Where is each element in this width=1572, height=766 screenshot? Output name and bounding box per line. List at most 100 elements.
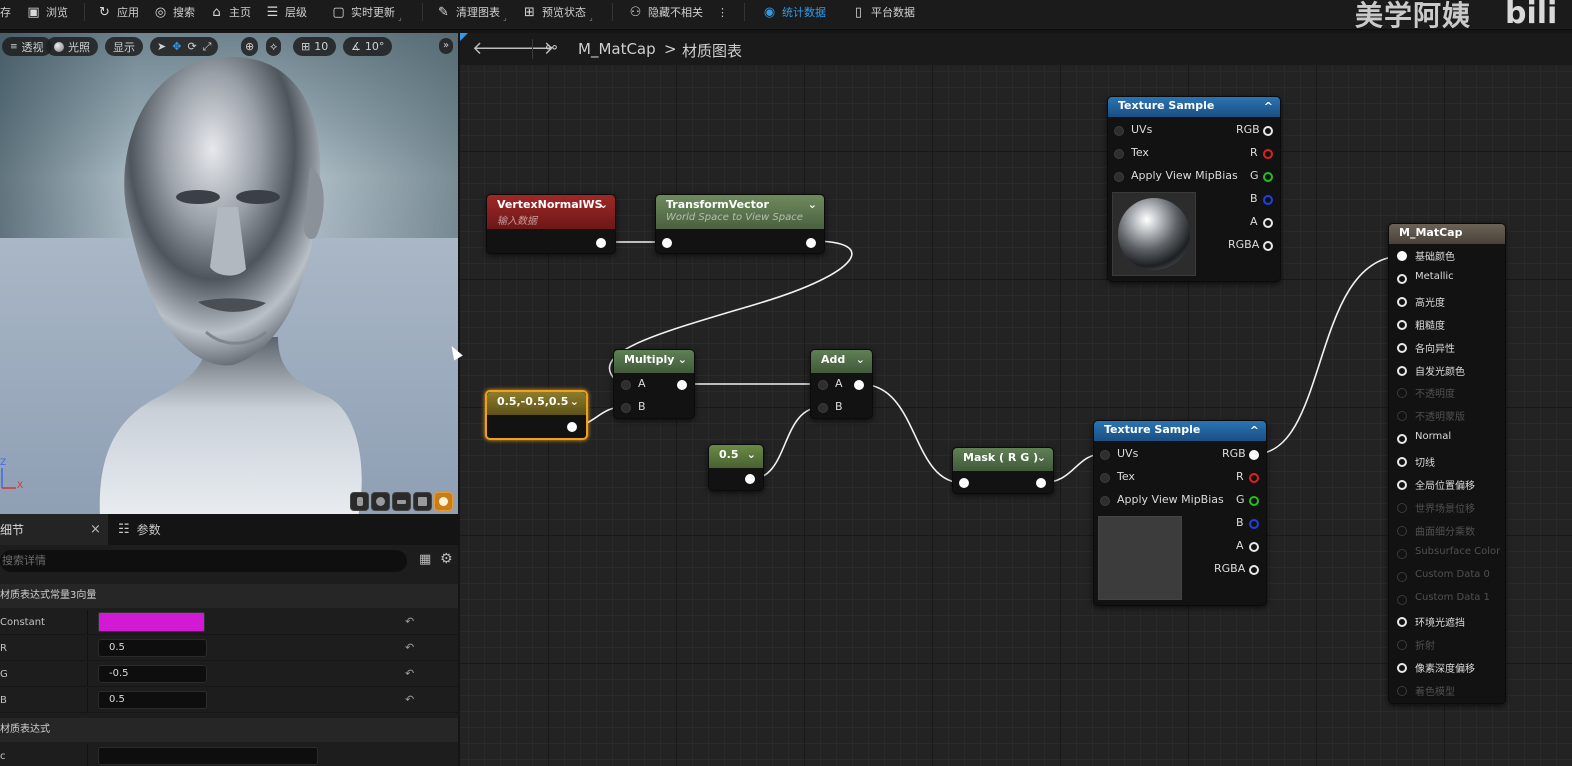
browse-button[interactable]: ▣ 浏览	[26, 0, 68, 24]
input-pin-mipbias[interactable]	[1100, 496, 1110, 506]
node-texture-sample-matcap[interactable]: Texture Sample ^ UVs Tex Apply View MipB…	[1107, 96, 1281, 282]
result-input-pin[interactable]	[1397, 251, 1407, 261]
select-tool-icon[interactable]: ➤	[157, 40, 166, 53]
reset-to-default-icon[interactable]: ↶	[405, 641, 414, 654]
result-input-pin[interactable]	[1397, 434, 1407, 445]
result-input-pin[interactable]	[1397, 342, 1407, 353]
reset-to-default-icon[interactable]: ↶	[405, 693, 414, 706]
lit-mode-button[interactable]: 光照	[46, 37, 98, 56]
input-pin-uvs[interactable]	[1114, 126, 1124, 136]
section-header-expression[interactable]: 材质表达式	[0, 718, 458, 742]
preview-viewport[interactable]: ≡ 透视 光照 显示 ➤ ✥ ⟳ ⤢ ⊕ ⟡ ⊞ 10 ∡ 10° » Z X	[0, 33, 458, 514]
output-pin-a[interactable]	[1263, 218, 1273, 228]
custom-mesh-preview-button[interactable]	[434, 492, 453, 511]
result-input-pin[interactable]	[1397, 480, 1407, 490]
table-view-icon[interactable]: ▦	[419, 552, 433, 567]
result-input-pin[interactable]	[1397, 457, 1407, 468]
node-add[interactable]: Add ⌄ A B	[810, 349, 873, 419]
desc-value-field[interactable]	[98, 747, 318, 765]
live-update-button[interactable]: ▢ 实时更新 ⌟	[331, 0, 401, 24]
node-transform-vector[interactable]: TransformVector World Space to View Spac…	[655, 194, 825, 254]
result-input-pin[interactable]	[1397, 296, 1407, 307]
output-pin-r[interactable]	[1249, 473, 1259, 483]
node-texture-sample[interactable]: Texture Sample ^ UVs Tex Apply View MipB…	[1093, 420, 1267, 606]
output-pin[interactable]	[806, 238, 816, 248]
chevron-down-icon[interactable]: ⌄	[1037, 451, 1046, 464]
output-pin[interactable]	[596, 238, 606, 248]
constant-color-swatch[interactable]	[98, 612, 205, 632]
plane-preview-button[interactable]	[392, 492, 411, 511]
output-pin-b[interactable]	[1249, 519, 1259, 529]
sphere-preview-button[interactable]	[371, 492, 390, 511]
result-input-pin[interactable]	[1397, 319, 1407, 330]
input-pin-a[interactable]	[621, 380, 631, 390]
hide-unrelated-button[interactable]: ⚇ 隐藏不相关	[628, 0, 703, 24]
chevron-down-icon[interactable]: ⌄	[808, 198, 817, 211]
chevron-down-icon[interactable]: ⌄	[856, 353, 865, 366]
save-button[interactable]: 存	[0, 0, 11, 24]
world-local-toggle[interactable]: ⊕	[241, 37, 259, 56]
output-pin[interactable]	[854, 380, 864, 390]
output-pin-rgb[interactable]	[1249, 450, 1259, 460]
show-button[interactable]: 显示	[105, 37, 143, 56]
node-multiply[interactable]: Multiply ⌄ A B	[613, 349, 695, 419]
chevron-down-icon[interactable]: ⌄	[570, 395, 579, 408]
clean-graph-button[interactable]: ✎ 清理图表 ⌟	[436, 0, 507, 24]
output-pin-g[interactable]	[1263, 172, 1273, 182]
output-pin-r[interactable]	[1263, 149, 1273, 159]
output-pin[interactable]	[745, 474, 755, 484]
output-pin-rgb[interactable]	[1263, 126, 1273, 136]
input-pin-a[interactable]	[818, 380, 828, 390]
close-icon[interactable]: ×	[90, 522, 101, 537]
platform-stats-button[interactable]: ▯ 平台数据	[851, 0, 915, 24]
b-value-field[interactable]: 0.5	[98, 691, 207, 709]
result-input-pin[interactable]	[1397, 663, 1407, 674]
cube-preview-button[interactable]	[413, 492, 432, 511]
surface-snap-toggle[interactable]: ⟡	[266, 37, 282, 56]
expand-toolbar-icon[interactable]: »	[439, 38, 453, 54]
output-pin-rgba[interactable]	[1263, 241, 1273, 251]
collapse-icon[interactable]: ^	[1264, 100, 1273, 113]
chevron-down-icon[interactable]: ⌄	[599, 198, 608, 211]
apply-button[interactable]: ↻ 应用	[97, 0, 139, 24]
collapse-icon[interactable]: ^	[1250, 424, 1259, 437]
reset-to-default-icon[interactable]: ↶	[405, 615, 414, 628]
perspective-button[interactable]: ≡ 透视	[2, 37, 52, 56]
tab-parameters[interactable]: ☷ 参数	[118, 514, 161, 545]
node-material-result[interactable]: M_MatCap 基础颜色 Metallic 高光度 粗糙度 各向异性 自发光颜色 不透明度…	[1388, 223, 1506, 704]
scale-tool-icon[interactable]: ⤢	[203, 40, 212, 54]
more-options-button[interactable]: ⋮	[717, 0, 728, 24]
result-input-pin[interactable]	[1397, 273, 1407, 284]
output-pin-rgba[interactable]	[1249, 565, 1259, 575]
result-input-pin[interactable]	[1397, 365, 1407, 376]
input-pin[interactable]	[959, 478, 969, 488]
input-pin-mipbias[interactable]	[1114, 172, 1124, 182]
input-pin-b[interactable]	[818, 403, 828, 413]
output-pin[interactable]	[1036, 478, 1046, 488]
output-pin[interactable]	[567, 422, 577, 432]
home-button[interactable]: ⌂ 主页	[209, 0, 251, 24]
section-header-constant3vector[interactable]: 材质表达式常量3向量	[0, 584, 458, 608]
node-vertex-normal-ws[interactable]: VertexNormalWS 输入数据 ⌄	[486, 194, 616, 254]
tab-details[interactable]: 细节 ×	[0, 514, 108, 545]
r-value-field[interactable]: 0.5	[98, 639, 207, 657]
node-component-mask[interactable]: Mask ( R G ) ⌄	[952, 447, 1054, 494]
g-value-field[interactable]: -0.5	[98, 665, 207, 683]
hierarchy-button[interactable]: ☰ 层级	[265, 0, 307, 24]
output-pin[interactable]	[677, 380, 687, 390]
input-pin-b[interactable]	[621, 403, 631, 413]
chevron-down-icon[interactable]: ⌄	[747, 448, 756, 461]
node-constant3-vector[interactable]: 0.5,-0.5,0.5 ⌄	[485, 390, 588, 440]
input-pin-uvs[interactable]	[1100, 450, 1110, 460]
translate-tool-icon[interactable]: ✥	[172, 40, 181, 53]
gear-icon[interactable]: ⚙	[440, 551, 453, 567]
cylinder-preview-button[interactable]	[350, 492, 369, 511]
grid-snap-button[interactable]: ⊞ 10	[293, 37, 337, 56]
preview-state-button[interactable]: ⊞ 预览状态 ⌟	[522, 0, 593, 24]
input-pin-tex[interactable]	[1100, 473, 1110, 483]
stats-button[interactable]: ◉ 统计数据	[762, 0, 826, 24]
output-pin-a[interactable]	[1249, 542, 1259, 552]
details-search-input[interactable]: 搜索详情	[0, 550, 407, 572]
angle-snap-button[interactable]: ∡ 10°	[343, 37, 393, 56]
input-pin-tex[interactable]	[1114, 149, 1124, 159]
